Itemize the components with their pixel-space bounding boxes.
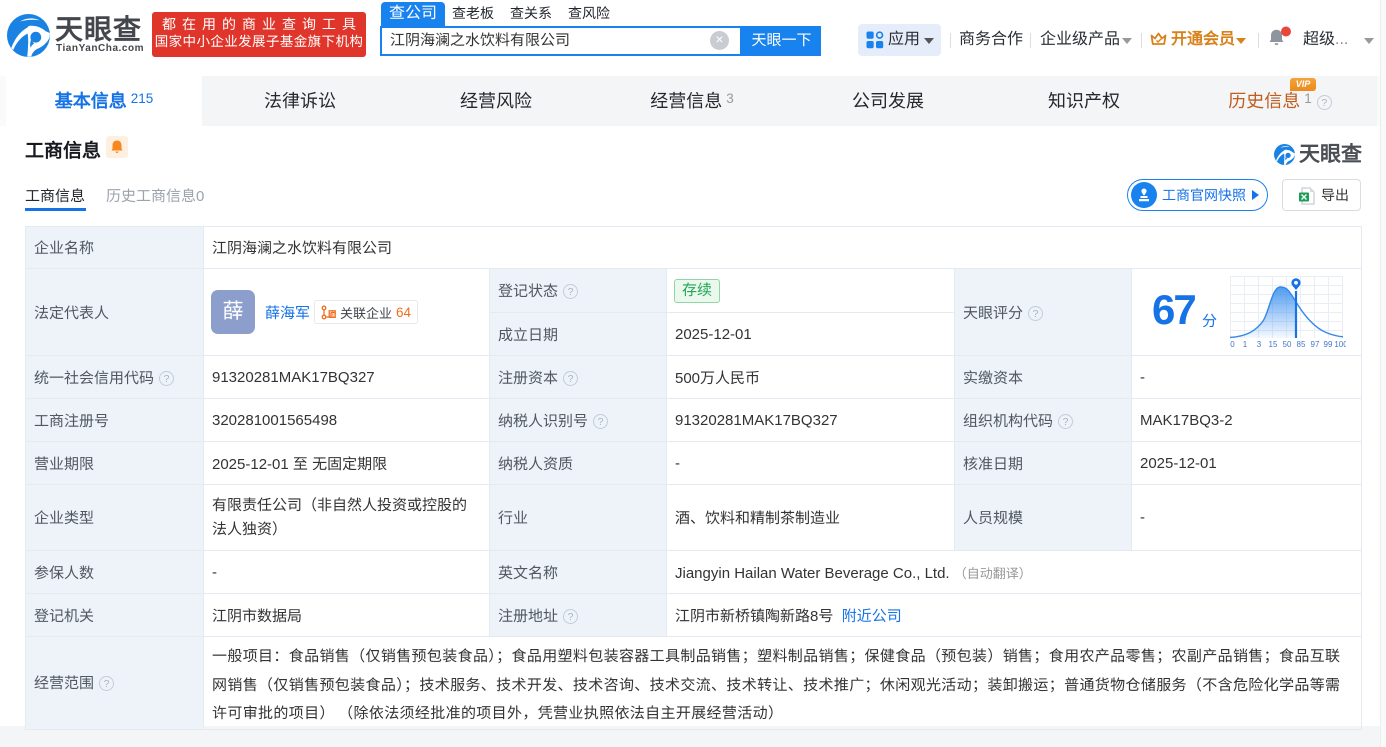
svg-text:99: 99 xyxy=(1324,340,1333,349)
svg-text:企: 企 xyxy=(329,311,335,318)
svg-text:0: 0 xyxy=(1230,340,1235,349)
svg-text:100: 100 xyxy=(1334,340,1346,349)
svg-text:15: 15 xyxy=(1269,340,1278,349)
svg-text:85: 85 xyxy=(1297,340,1306,349)
svg-text:97: 97 xyxy=(1311,340,1320,349)
svg-text:3: 3 xyxy=(1257,340,1262,349)
svg-text:1: 1 xyxy=(1243,340,1248,349)
svg-text:50: 50 xyxy=(1283,340,1292,349)
